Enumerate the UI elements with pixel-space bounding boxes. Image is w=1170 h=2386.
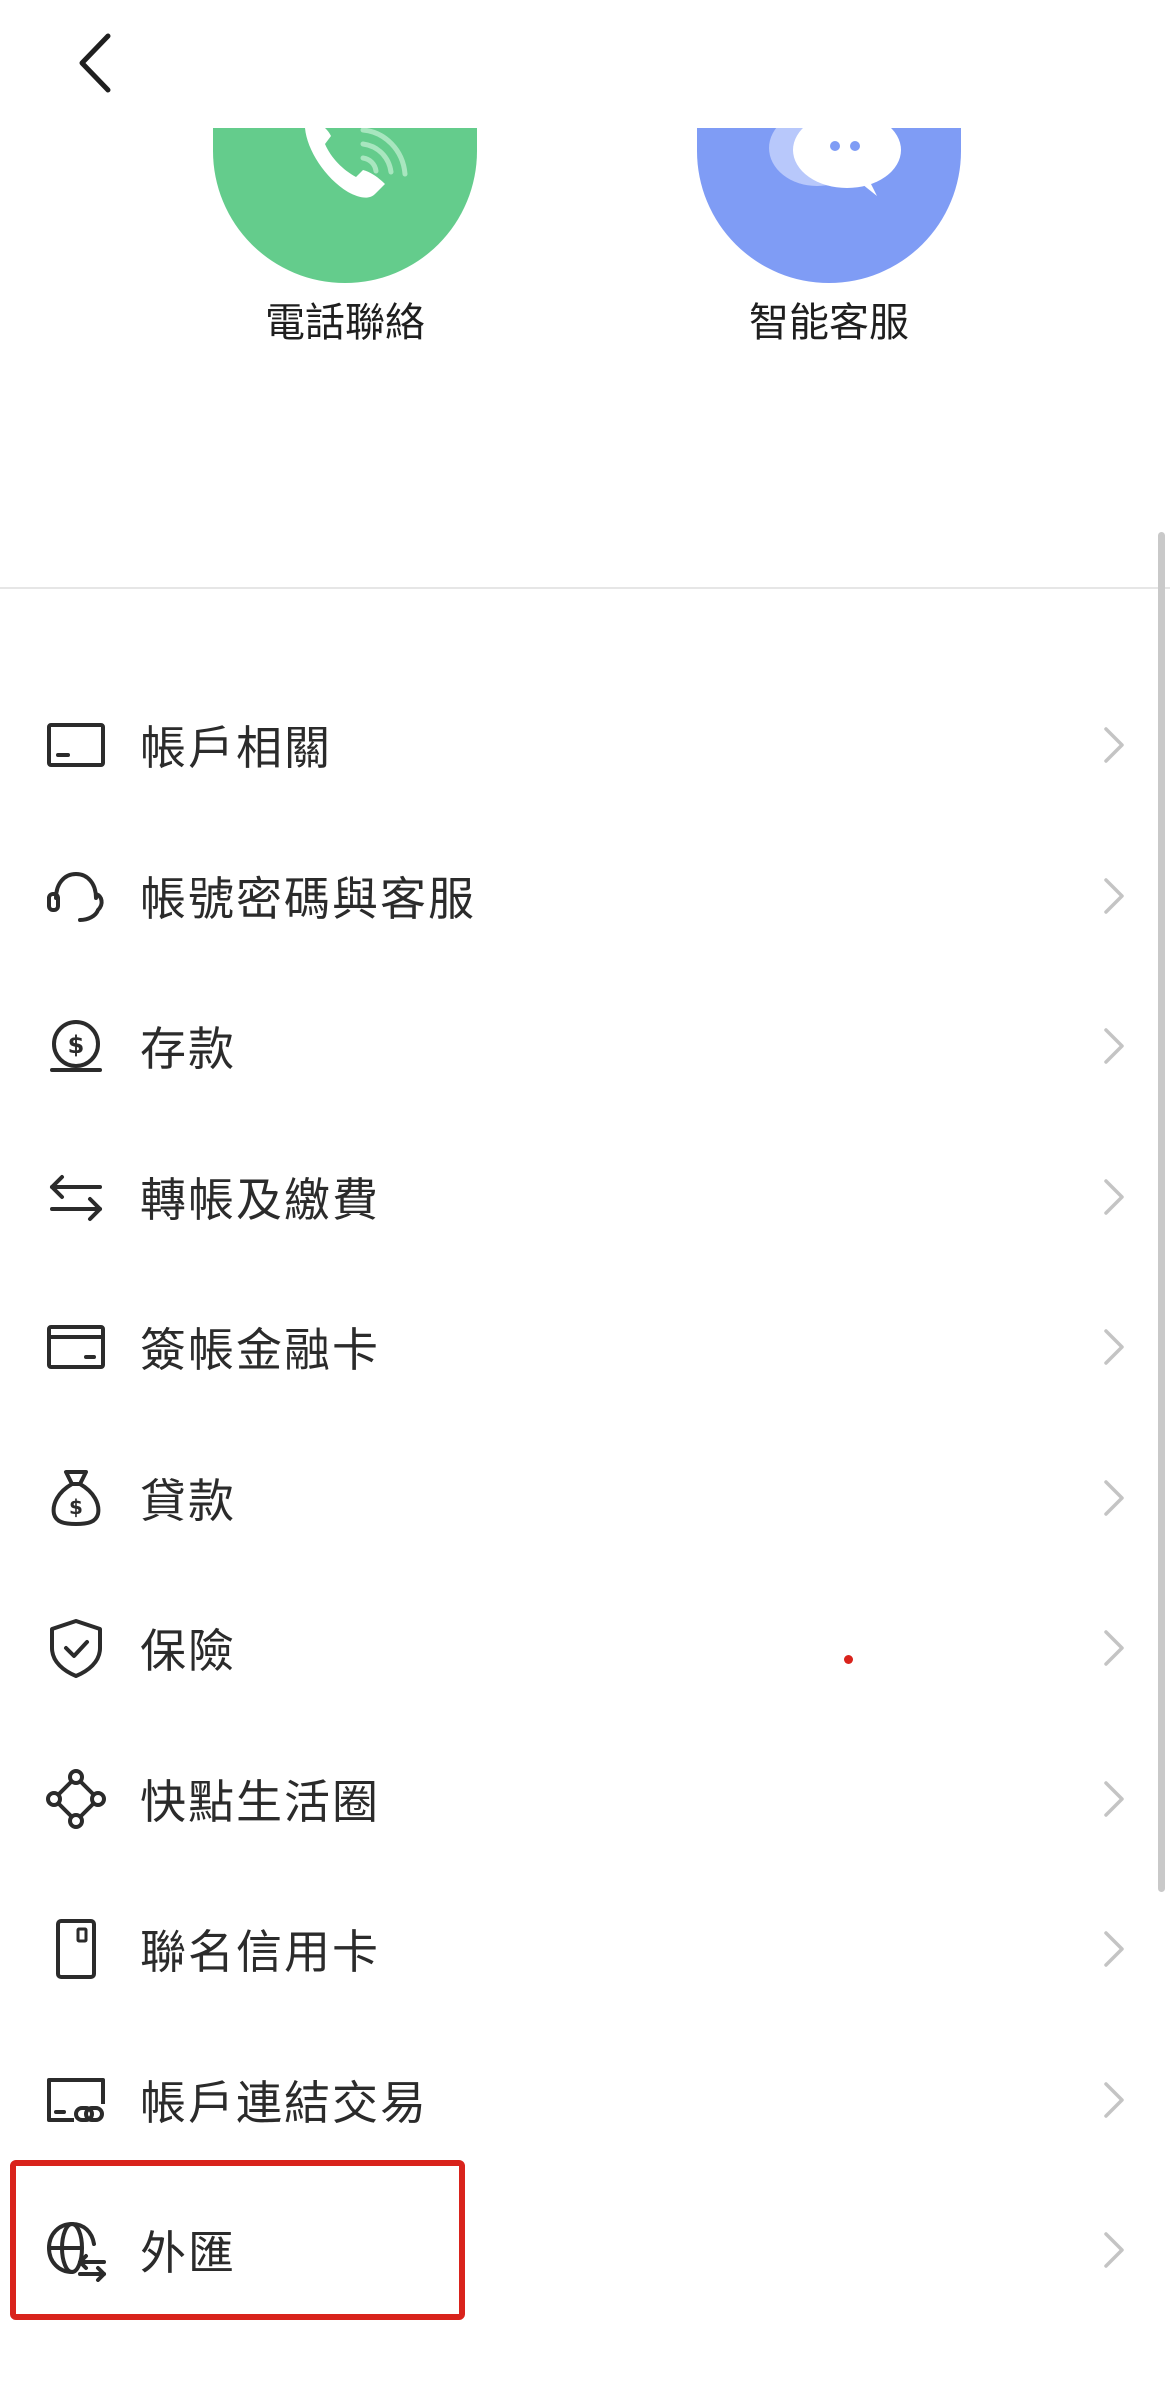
highlight-box	[10, 2160, 465, 2320]
menu-item-account-link[interactable]: 帳戶連結交易	[0, 2025, 1150, 2176]
chevron-right-icon	[1104, 2082, 1124, 2118]
menu-item-label: 轉帳及繳費	[140, 1172, 380, 1227]
svg-text:$: $	[69, 1495, 83, 1519]
menu-item-label: 簽帳金融卡	[140, 1323, 380, 1378]
red-dot-marker	[844, 1655, 853, 1664]
link-account-icon	[47, 2077, 105, 2122]
menu-item-label: 貸款	[140, 1473, 236, 1528]
menu-item-account[interactable]: 帳戶相關	[0, 670, 1150, 821]
chat-bubble-icon	[697, 128, 961, 283]
menu-item-loan[interactable]: $ 貸款	[0, 1423, 1150, 1574]
menu-item-label: 帳戶相關	[140, 721, 332, 776]
menu-item-deposit[interactable]: $ 存款	[0, 971, 1150, 1122]
credit-card-icon	[56, 1919, 96, 1980]
chevron-right-icon	[1104, 1480, 1124, 1516]
chevron-right-icon	[1104, 1931, 1124, 1967]
phone-icon	[213, 128, 477, 283]
chevron-right-icon	[1104, 727, 1124, 763]
menu-item-label: 聯名信用卡	[140, 1925, 380, 1980]
menu-item-life-circle[interactable]: 快點生活圈	[0, 1724, 1150, 1875]
headset-icon	[47, 871, 104, 922]
transfer-icon	[50, 1174, 102, 1221]
menu-item-label: 存款	[140, 1022, 236, 1077]
menu-item-label: 保險	[140, 1624, 236, 1679]
menu-item-label: 帳戶連結交易	[140, 2075, 428, 2130]
money-bag-icon: $	[51, 1469, 101, 1526]
chevron-right-icon	[1104, 1329, 1124, 1365]
phone-contact-button[interactable]: 電話聯絡	[195, 128, 495, 347]
contact-options: 電話聯絡 智能客服	[0, 128, 1170, 588]
back-button[interactable]	[62, 28, 132, 98]
chevron-right-icon	[1104, 2232, 1124, 2268]
chevron-right-icon	[1104, 1781, 1124, 1817]
debit-card-icon	[47, 1325, 105, 1370]
deposit-icon: $	[50, 1020, 102, 1073]
menu-item-insurance[interactable]: 保險	[0, 1573, 1150, 1724]
svg-text:$: $	[68, 1031, 85, 1059]
network-icon	[46, 1768, 106, 1829]
ai-service-button[interactable]: 智能客服	[679, 128, 979, 347]
menu-item-password-service[interactable]: 帳號密碼與客服	[0, 821, 1150, 972]
chevron-left-icon	[79, 33, 111, 93]
account-icon	[47, 723, 105, 768]
section-divider	[0, 587, 1170, 589]
menu-item-debit-card[interactable]: 簽帳金融卡	[0, 1272, 1150, 1423]
chevron-right-icon	[1104, 878, 1124, 914]
menu-item-transfer[interactable]: 轉帳及繳費	[0, 1122, 1150, 1273]
shield-icon	[50, 1619, 102, 1679]
menu-item-label: 快點生活圈	[140, 1774, 380, 1829]
chevron-right-icon	[1104, 1179, 1124, 1215]
ai-service-label: 智能客服	[749, 300, 909, 346]
menu-item-cobrand-credit-card[interactable]: 聯名信用卡	[0, 1874, 1150, 2025]
menu-item-label: 帳號密碼與客服	[140, 871, 476, 926]
chevron-right-icon	[1104, 1028, 1124, 1064]
help-menu-list: 帳戶相關 帳號密碼與客服 $ 存款 轉帳及繳費 簽帳金融卡 $ 貸款 保險 快點…	[0, 670, 1170, 2326]
chevron-right-icon	[1104, 1630, 1124, 1666]
phone-contact-label: 電話聯絡	[265, 300, 425, 346]
